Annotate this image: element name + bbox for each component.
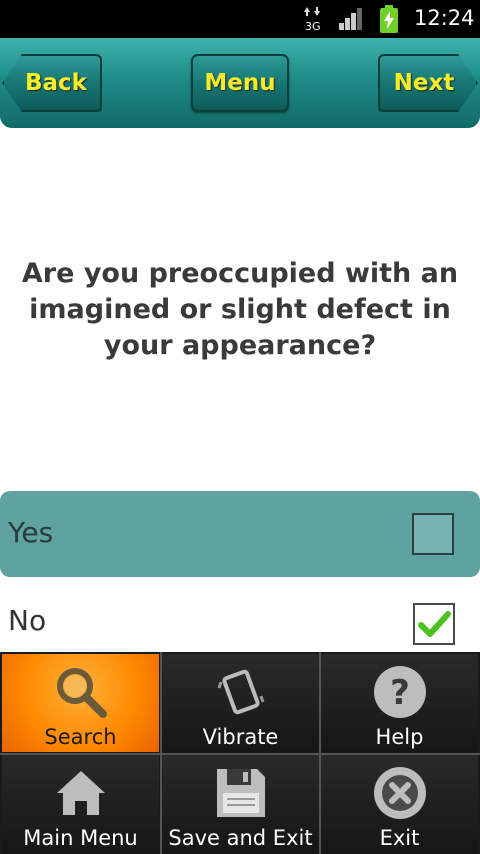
status-bar: 3G 12:24	[0, 0, 480, 38]
checkmark-icon	[418, 611, 451, 637]
menu-item-main-menu[interactable]: Main Menu	[2, 755, 159, 853]
option-yes-label: Yes	[8, 516, 54, 549]
vibrate-icon	[217, 669, 264, 715]
battery-charging-icon	[380, 5, 398, 33]
navigation-header: Back Menu Next	[0, 38, 480, 128]
network-3g-icon: 3G	[304, 7, 321, 32]
exit-icon	[373, 767, 426, 819]
menu-item-main-menu-label: Main Menu	[23, 826, 138, 850]
option-no-label: No	[8, 604, 47, 637]
menu-item-vibrate[interactable]: Vibrate	[162, 654, 319, 752]
menu-item-help-label: Help	[375, 725, 424, 749]
option-no-checkbox[interactable]	[413, 603, 455, 645]
menu-item-search[interactable]: Search	[2, 654, 159, 752]
menu-item-search-label: Search	[44, 725, 117, 749]
clock-time: 12:24	[414, 6, 475, 30]
next-button[interactable]: Next	[378, 54, 478, 112]
svg-text:?: ?	[390, 673, 410, 713]
help-icon: ?	[373, 666, 426, 718]
menu-item-exit[interactable]: Exit	[321, 755, 478, 853]
menu-item-exit-label: Exit	[379, 826, 420, 850]
signal-strength-icon	[339, 8, 362, 30]
menu-item-save-and-exit-label: Save and Exit	[168, 826, 313, 850]
floppy-disk-icon	[216, 769, 265, 817]
menu-item-vibrate-label: Vibrate	[202, 725, 279, 749]
search-icon	[56, 668, 107, 718]
menu-item-save-and-exit[interactable]: Save and Exit	[162, 755, 319, 853]
menu-divider	[0, 753, 480, 755]
home-icon	[56, 771, 105, 815]
back-button[interactable]: Back	[2, 54, 102, 112]
menu-button[interactable]: Menu	[191, 54, 289, 112]
question-text: Are you preoccupied with an imagined or …	[21, 258, 459, 361]
option-yes-checkbox[interactable]	[412, 513, 454, 555]
option-yes[interactable]: Yes	[0, 491, 480, 577]
options-menu: Search Vibrate ? Help Main Menu Save and	[0, 652, 480, 854]
network-type-text: 3G	[305, 20, 321, 32]
menu-item-help[interactable]: ? Help	[321, 654, 478, 752]
option-no[interactable]: No	[0, 582, 480, 652]
